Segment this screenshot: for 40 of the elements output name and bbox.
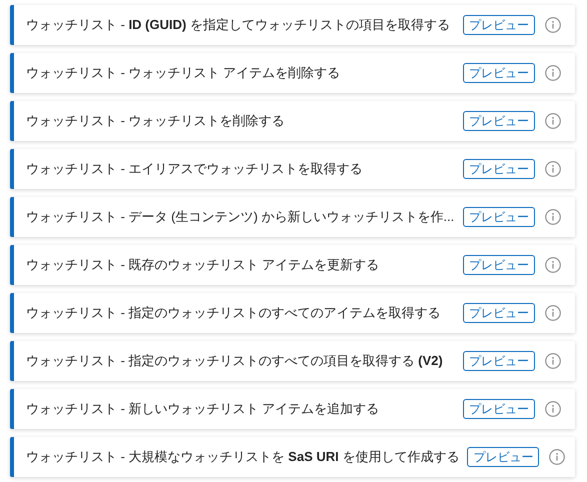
info-icon[interactable]	[545, 209, 561, 225]
action-card[interactable]: ウォッチリスト - 指定のウォッチリストのすべてのアイテムを取得する プレビュー	[10, 293, 575, 333]
preview-badge: プレビュー	[467, 447, 540, 467]
preview-badge: プレビュー	[463, 351, 535, 371]
action-title: ウォッチリスト - 新しいウォッチリスト アイテムを追加する	[26, 400, 380, 418]
preview-badge: プレビュー	[463, 399, 535, 419]
preview-badge: プレビュー	[463, 111, 535, 131]
action-title: ウォッチリスト - データ (生コンテンツ) から新しいウォッチリストを作...	[26, 208, 455, 226]
info-icon[interactable]	[545, 305, 561, 321]
action-title: ウォッチリスト - 指定のウォッチリストのすべてのアイテムを取得する	[26, 304, 442, 322]
action-card[interactable]: ウォッチリスト - 大規模なウォッチリストを SaS URI を使用して作成する プレビュー	[10, 437, 575, 477]
preview-badge: プレビュー	[463, 255, 535, 275]
action-card[interactable]: ウォッチリスト - ウォッチリストを削除する プレビュー	[10, 101, 575, 141]
action-title: ウォッチリスト - 大規模なウォッチリストを SaS URI を使用して作成する	[26, 448, 460, 466]
action-title: ウォッチリスト - ID (GUID) を指定してウォッチリストの項目を取得する	[26, 16, 451, 34]
info-icon[interactable]	[545, 257, 561, 273]
action-title: ウォッチリスト - ウォッチリストを削除する	[26, 112, 286, 130]
action-card[interactable]: ウォッチリスト - ID (GUID) を指定してウォッチリストの項目を取得する プレビュー	[10, 5, 575, 45]
action-title: ウォッチリスト - 指定のウォッチリストのすべての項目を取得する (V2)	[26, 352, 444, 370]
action-card[interactable]: ウォッチリスト - 指定のウォッチリストのすべての項目を取得する (V2) プレビュー	[10, 341, 575, 381]
preview-badge: プレビュー	[463, 15, 535, 35]
preview-badge: プレビュー	[463, 159, 535, 179]
action-card[interactable]: ウォッチリスト - 既存のウォッチリスト アイテムを更新する プレビュー	[10, 245, 575, 285]
info-icon[interactable]	[549, 449, 566, 465]
action-card[interactable]: ウォッチリスト - エイリアスでウォッチリストを取得する プレビュー	[10, 149, 575, 189]
info-icon[interactable]	[545, 161, 561, 177]
action-card[interactable]: ウォッチリスト - 新しいウォッチリスト アイテムを追加する プレビュー	[10, 389, 575, 429]
preview-badge: プレビュー	[463, 63, 535, 83]
action-card[interactable]: ウォッチリスト - ウォッチリスト アイテムを削除する プレビュー	[10, 53, 575, 93]
info-icon[interactable]	[545, 17, 561, 33]
info-icon[interactable]	[545, 353, 561, 369]
action-title: ウォッチリスト - 既存のウォッチリスト アイテムを更新する	[26, 256, 380, 274]
preview-badge: プレビュー	[463, 303, 535, 323]
info-icon[interactable]	[545, 65, 561, 81]
info-icon[interactable]	[545, 401, 561, 417]
preview-badge: プレビュー	[463, 207, 535, 227]
action-card[interactable]: ウォッチリスト - データ (生コンテンツ) から新しいウォッチリストを作... プレビュー	[10, 197, 575, 237]
action-title: ウォッチリスト - エイリアスでウォッチリストを取得する	[26, 160, 364, 178]
action-title: ウォッチリスト - ウォッチリスト アイテムを削除する	[26, 64, 342, 82]
info-icon[interactable]	[545, 113, 561, 129]
